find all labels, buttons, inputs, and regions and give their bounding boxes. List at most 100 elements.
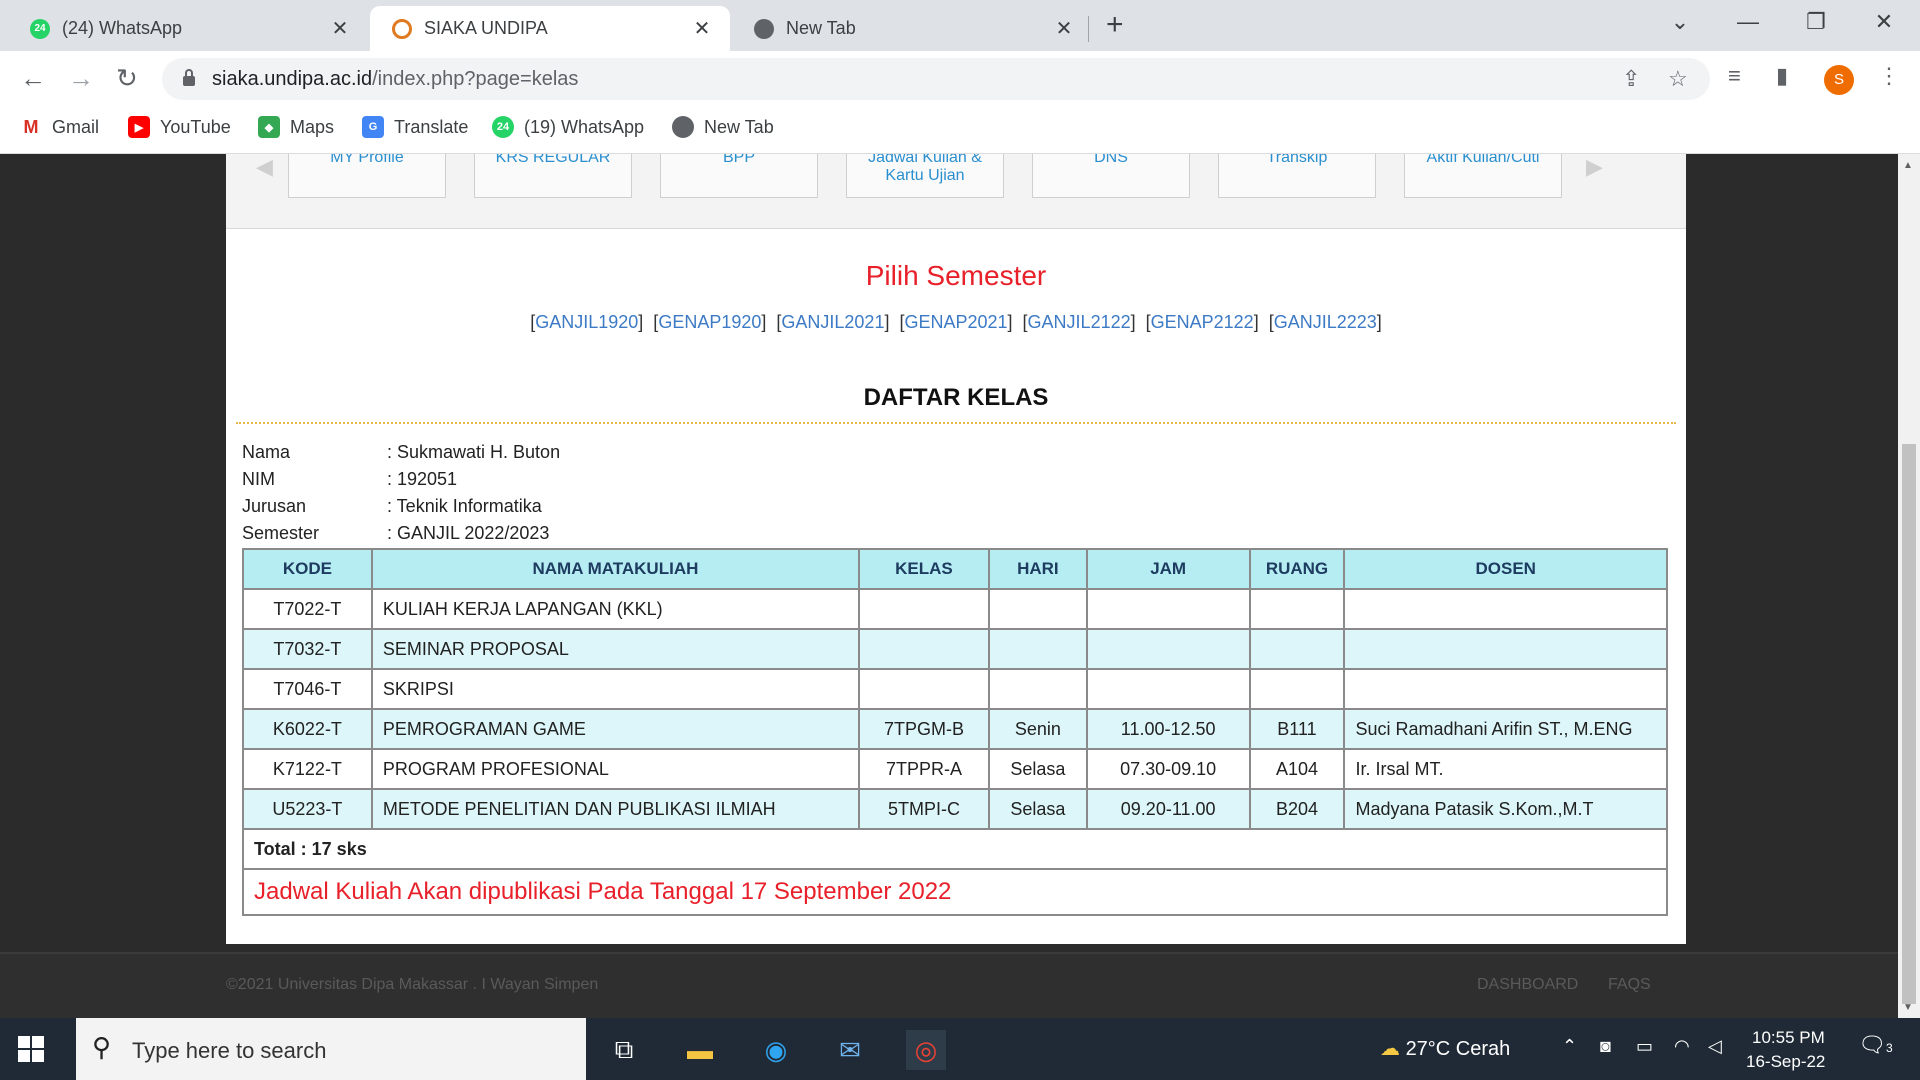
window-close-button[interactable]: ✕ <box>1856 6 1912 38</box>
semester-link-genap2021[interactable]: GENAP2021 <box>904 312 1007 332</box>
tab-title: SIAKA UNDIPA <box>424 18 548 38</box>
tab-whatsapp[interactable]: 24 (24) WhatsApp ✕ <box>8 6 368 51</box>
meet-icon[interactable]: ◙ <box>1600 1036 1611 1057</box>
wifi-icon[interactable]: ◠ <box>1674 1036 1690 1057</box>
bookmark-maps[interactable]: ◆ Maps <box>258 116 334 138</box>
windows-taskbar: ⚲ Type here to search ⧉ ▬ ◉ ✉ ◎ ☁ 27°C C… <box>0 1018 1920 1080</box>
header-nama-matakuliah: NAMA MATAKULIAH <box>370 548 861 590</box>
tab-siaka[interactable]: SIAKA UNDIPA ✕ <box>370 6 730 51</box>
cell-ruang <box>1248 628 1346 670</box>
forward-button[interactable]: → <box>68 61 94 95</box>
tab-title: New Tab <box>786 18 856 38</box>
edge-icon[interactable]: ◉ <box>756 1030 796 1070</box>
reload-button[interactable]: ↻ <box>116 61 138 95</box>
menu-jadwal-kuliah[interactable]: Jadwal Kuliah & Kartu Ujian <box>846 154 1004 198</box>
battery-icon[interactable]: ▭ <box>1636 1036 1653 1057</box>
cell-kode: T7046-T <box>242 668 373 710</box>
bookmark-star-icon[interactable]: ☆ <box>1668 66 1688 92</box>
minimize-button[interactable]: — <box>1720 6 1776 38</box>
volume-icon[interactable]: ◁ <box>1708 1036 1722 1057</box>
info-value: : 192051 <box>387 469 458 489</box>
cell-jam <box>1085 588 1251 630</box>
bookmark-translate[interactable]: G Translate <box>362 116 468 138</box>
cell-kelas <box>858 668 990 710</box>
footer-link-faqs[interactable]: FAQS <box>1608 976 1651 994</box>
menu-prev-arrow-icon[interactable]: ◀ <box>256 154 273 180</box>
restore-button[interactable]: ❐ <box>1788 6 1844 38</box>
file-explorer-icon[interactable]: ▬ <box>680 1030 720 1070</box>
bookmark-gmail[interactable]: M Gmail <box>20 116 99 138</box>
clock-time[interactable]: 10:55 PM <box>1752 1028 1825 1048</box>
page-scrollbar[interactable]: ▲ ▼ <box>1898 154 1920 1018</box>
page-footer: ©2021 Universitas Dipa Makassar . I Waya… <box>0 952 1898 1018</box>
side-panel-icon[interactable]: ▮ <box>1776 63 1788 89</box>
semester-link-ganjil2021[interactable]: GANJIL2021 <box>781 312 884 332</box>
table-row: T7022-T KULIAH KERJA LAPANGAN (KKL) <box>242 588 1668 630</box>
cell-dosen <box>1343 588 1668 630</box>
main-content: Pilih Semester [GANJIL1920] [GENAP1920] … <box>236 230 1676 934</box>
cell-hari <box>987 668 1088 710</box>
cell-kelas: 5TMPI-C <box>858 788 990 830</box>
menu-bpp[interactable]: BPP <box>660 154 818 198</box>
cell-nama: METODE PENELITIAN DAN PUBLIKASI ILMIAH <box>370 788 861 830</box>
scroll-up-arrow-icon[interactable]: ▲ <box>1903 160 1913 171</box>
search-placeholder: Type here to search <box>132 1038 327 1063</box>
bookmark-label: Maps <box>290 116 335 137</box>
mail-icon[interactable]: ✉ <box>830 1030 870 1070</box>
table-row: U5223-T METODE PENELITIAN DAN PUBLIKASI … <box>242 788 1668 830</box>
cell-hari: Selasa <box>987 788 1088 830</box>
scroll-down-arrow-icon[interactable]: ▼ <box>1903 1002 1913 1013</box>
menu-dns[interactable]: DNS <box>1032 154 1190 198</box>
semester-links: [GANJIL1920] [GENAP1920] [GANJIL2021] [G… <box>530 312 1382 332</box>
bookmark-new-tab[interactable]: New Tab <box>672 116 774 138</box>
back-button[interactable]: ← <box>20 61 46 95</box>
tray-chevron-icon[interactable]: ⌃ <box>1562 1036 1577 1057</box>
cell-nama: PROGRAM PROFESIONAL <box>370 748 861 790</box>
tab-new-tab[interactable]: New Tab ✕ <box>732 6 1092 51</box>
tab-search-chevron-icon[interactable]: ⌄ <box>1652 6 1708 38</box>
menu-transkip[interactable]: Transkip <box>1218 154 1376 198</box>
reading-list-icon[interactable]: ≡ <box>1728 63 1741 89</box>
bookmark-whatsapp[interactable]: 24 (19) WhatsApp <box>492 116 644 138</box>
semester-link-genap2122[interactable]: GENAP2122 <box>1151 312 1254 332</box>
menu-strip: ◀ MY Profile KRS REGULAR BPP Jadwal Kuli… <box>226 154 1686 229</box>
chrome-taskbar-icon[interactable]: ◎ <box>906 1030 946 1070</box>
footer-link-dashboard[interactable]: DASHBOARD <box>1477 976 1578 994</box>
share-icon[interactable]: ⇪ <box>1622 66 1640 92</box>
clock-date[interactable]: 16-Sep-22 <box>1746 1052 1825 1072</box>
new-tab-button[interactable]: + <box>1106 8 1124 42</box>
cell-kelas: 7TPGM-B <box>858 708 990 750</box>
bookmark-youtube[interactable]: ▶ YouTube <box>128 116 231 138</box>
close-icon[interactable]: ✕ <box>1050 16 1078 41</box>
weather-widget[interactable]: ☁ 27°C Cerah <box>1380 1036 1510 1061</box>
cell-jam: 07.30-09.10 <box>1085 748 1251 790</box>
cell-nama: SKRIPSI <box>370 668 861 710</box>
windows-start-icon[interactable] <box>18 1036 44 1062</box>
notification-icon[interactable]: 🗨3 <box>1858 1032 1893 1058</box>
info-nama: Nama: Sukmawati H. Buton <box>242 442 560 463</box>
task-view-icon[interactable]: ⧉ <box>604 1030 644 1070</box>
weather-icon: ☁ <box>1380 1038 1400 1060</box>
menu-next-arrow-icon[interactable]: ▶ <box>1586 154 1603 180</box>
close-icon[interactable]: ✕ <box>326 16 354 41</box>
menu-my-profile[interactable]: MY Profile <box>288 154 446 198</box>
semester-link-ganjil2223[interactable]: GANJIL2223 <box>1274 312 1377 332</box>
menu-aktif-kuliah[interactable]: Aktif Kuliah/Cuti <box>1404 154 1562 198</box>
menu-krs-regular[interactable]: KRS REGULAR <box>474 154 632 198</box>
cell-hari <box>987 628 1088 670</box>
copyright-text: ©2021 Universitas Dipa Makassar . I Waya… <box>226 976 599 993</box>
info-label: Semester <box>242 523 320 543</box>
profile-avatar[interactable]: S <box>1824 65 1854 95</box>
taskbar-search-box[interactable]: ⚲ Type here to search <box>76 1018 586 1080</box>
close-icon[interactable]: ✕ <box>688 16 716 41</box>
semester-link-ganjil2122[interactable]: GANJIL2122 <box>1028 312 1131 332</box>
address-bar[interactable]: siaka.undipa.ac.id/index.php?page=kelas … <box>162 58 1710 100</box>
header-kode: KODE <box>242 548 373 590</box>
semester-link-genap1920[interactable]: GENAP1920 <box>658 312 761 332</box>
menu-kebab-icon[interactable]: ⋮ <box>1878 63 1900 89</box>
scroll-thumb[interactable] <box>1902 444 1916 1004</box>
semester-link-ganjil1920[interactable]: GANJIL1920 <box>535 312 638 332</box>
cell-nama: SEMINAR PROPOSAL <box>370 628 861 670</box>
cell-hari: Senin <box>987 708 1088 750</box>
header-ruang: RUANG <box>1248 548 1346 590</box>
